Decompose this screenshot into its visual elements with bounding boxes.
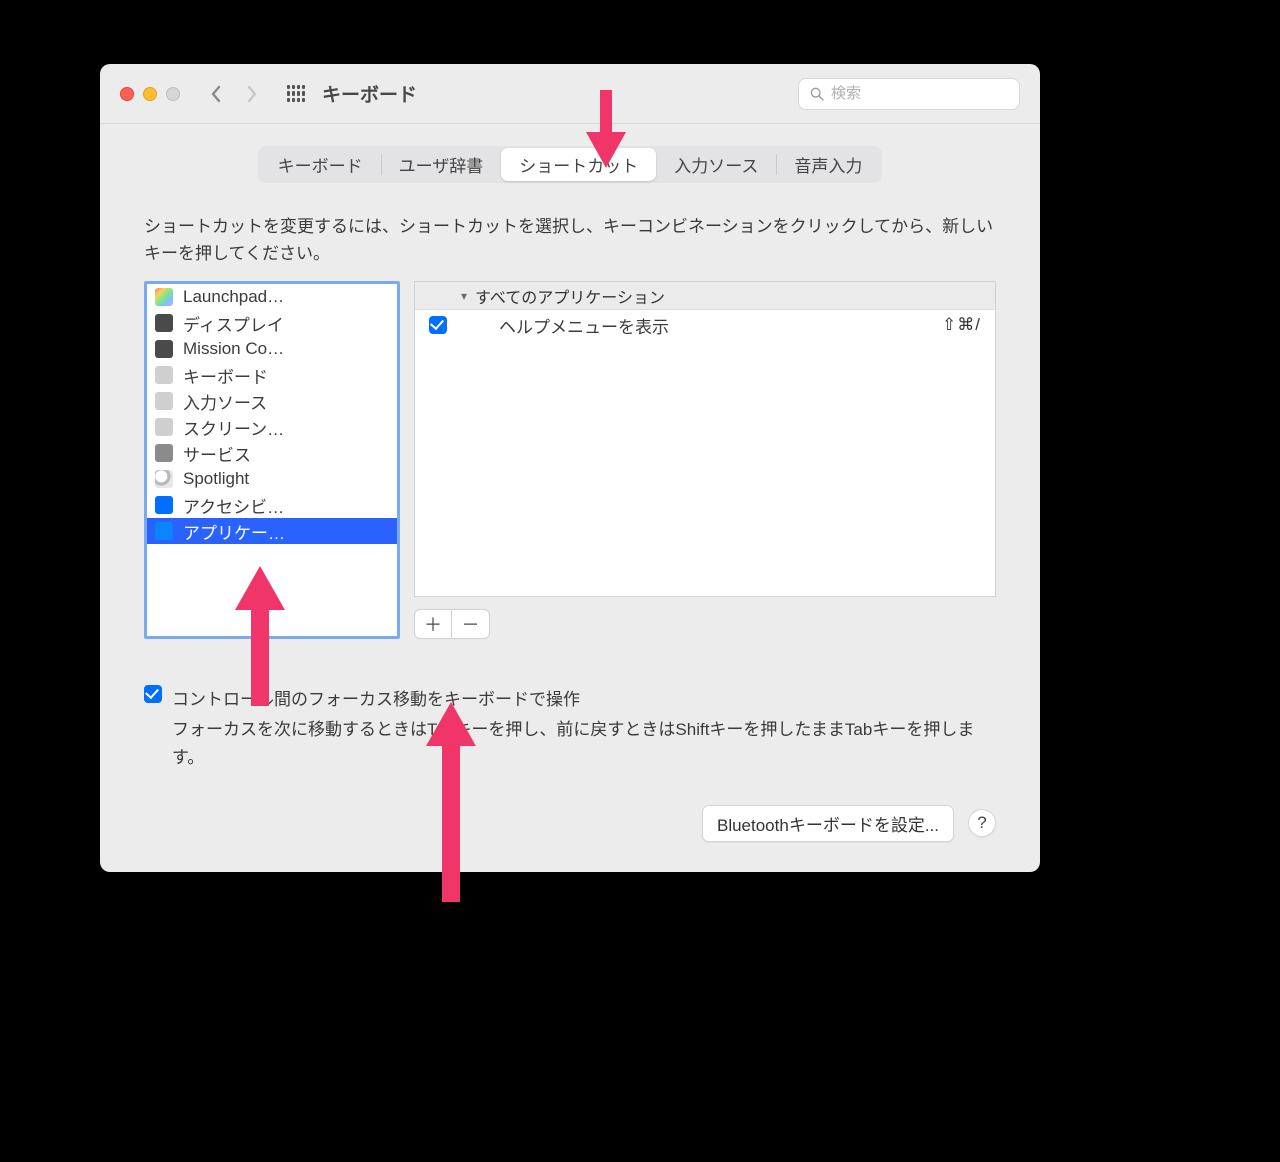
window-title: キーボード — [322, 80, 417, 107]
sidebar-item-label: Spotlight — [183, 469, 249, 489]
sidebar-item-8[interactable]: アクセシビ… — [147, 492, 397, 518]
grid-icon — [287, 85, 305, 103]
sidebar-item-4[interactable]: 入力ソース — [147, 388, 397, 414]
tab-1[interactable]: ユーザ辞書 — [381, 148, 502, 181]
search-field-wrap[interactable] — [798, 78, 1020, 110]
tab-2[interactable]: ショートカット — [501, 148, 656, 181]
sidebar-item-0[interactable]: Launchpad… — [147, 284, 397, 310]
accessibility-icon — [155, 496, 173, 514]
add-remove-buttons: ＋ － — [414, 609, 996, 639]
spotlight-icon — [155, 470, 173, 488]
keyboard-navigation-description: フォーカスを次に移動するときはTabキーを押し、前に戻すときはShiftキーを押… — [172, 716, 996, 770]
sidebar-item-label: Mission Co… — [183, 339, 284, 359]
sidebar-item-1[interactable]: ディスプレイ — [147, 310, 397, 336]
instructions-text: ショートカットを変更するには、ショートカットを選択し、キーコンビネーションをクリ… — [144, 213, 996, 267]
remove-shortcut-button[interactable]: － — [452, 609, 490, 639]
keyboard-icon — [155, 366, 173, 384]
tab-3[interactable]: 入力ソース — [656, 148, 776, 181]
bottom-buttons-row: Bluetoothキーボードを設定... ? — [144, 805, 996, 842]
keyboard-navigation-checkbox[interactable] — [144, 685, 162, 703]
input-source-icon — [155, 392, 173, 410]
shortcut-detail-pane: ▾ すべてのアプリケーション ヘルプメニューを表示 ⇧⌘/ ＋ － — [414, 281, 996, 639]
help-button[interactable]: ? — [968, 809, 996, 837]
sidebar-item-label: キーボード — [183, 363, 268, 388]
add-shortcut-button[interactable]: ＋ — [414, 609, 452, 639]
sidebar-item-3[interactable]: キーボード — [147, 362, 397, 388]
display-icon — [155, 314, 173, 332]
toolbar: キーボード — [100, 64, 1040, 124]
app-shortcuts-icon — [155, 522, 173, 540]
preferences-window: キーボード キーボードユーザ辞書ショートカット入力ソース音声入力 ショートカット… — [100, 64, 1040, 872]
shortcut-enabled-checkbox[interactable] — [429, 316, 447, 334]
shortcut-category-list[interactable]: Launchpad… ディスプレイ Mission Co… キーボード入力ソーススクリ… — [144, 281, 400, 639]
tabs-row: キーボードユーザ辞書ショートカット入力ソース音声入力 — [100, 124, 1040, 189]
sidebar-item-label: アクセシビ… — [183, 493, 284, 518]
shortcut-list[interactable]: ▾ すべてのアプリケーション ヘルプメニューを表示 ⇧⌘/ — [414, 281, 996, 597]
sidebar-item-label: Launchpad… — [183, 287, 284, 307]
sidebar-item-label: アプリケー… — [183, 519, 285, 544]
sidebar-item-9[interactable]: アプリケー… — [147, 518, 397, 544]
tab-0[interactable]: キーボード — [260, 148, 381, 181]
launchpad-icon — [155, 288, 173, 306]
sidebar-item-6[interactable]: サービス — [147, 440, 397, 466]
chevron-down-icon: ▾ — [461, 289, 467, 303]
window-controls — [120, 87, 180, 101]
sidebar-item-7[interactable]: Spotlight — [147, 466, 397, 492]
nav-buttons — [202, 80, 266, 108]
zoom-window-button — [166, 87, 180, 101]
shortcut-group-row[interactable]: ▾ すべてのアプリケーション — [415, 282, 995, 310]
shortcut-keys[interactable]: ⇧⌘/ — [942, 315, 981, 335]
sidebar-item-label: ディスプレイ — [183, 311, 284, 336]
mission-control-icon — [155, 340, 173, 358]
search-input[interactable] — [831, 85, 1009, 102]
back-button[interactable] — [202, 80, 230, 108]
shortcut-row[interactable]: ヘルプメニューを表示 ⇧⌘/ — [415, 310, 995, 340]
sidebar-item-2[interactable]: Mission Co… — [147, 336, 397, 362]
show-all-button[interactable] — [284, 82, 308, 106]
tab-4[interactable]: 音声入力 — [776, 148, 880, 181]
shortcut-label: ヘルプメニューを表示 — [499, 313, 928, 338]
sidebar-item-5[interactable]: スクリーン… — [147, 414, 397, 440]
sidebar-item-label: スクリーン… — [183, 415, 284, 440]
shortcut-group-label: すべてのアプリケーション — [475, 284, 665, 308]
bluetooth-keyboard-button[interactable]: Bluetoothキーボードを設定... — [702, 805, 954, 842]
sidebar-item-label: サービス — [183, 441, 251, 466]
keyboard-navigation-checkbox-row: コントロール間のフォーカス移動をキーボードで操作 — [144, 685, 996, 710]
services-icon — [155, 444, 173, 462]
close-window-button[interactable] — [120, 87, 134, 101]
search-icon — [809, 86, 825, 102]
sidebar-item-label: 入力ソース — [183, 389, 267, 414]
minimize-window-button[interactable] — [143, 87, 157, 101]
tabs-segmented-control[interactable]: キーボードユーザ辞書ショートカット入力ソース音声入力 — [258, 146, 883, 183]
screenshot-icon — [155, 418, 173, 436]
keyboard-navigation-label: コントロール間のフォーカス移動をキーボードで操作 — [172, 685, 580, 710]
forward-button[interactable] — [238, 80, 266, 108]
